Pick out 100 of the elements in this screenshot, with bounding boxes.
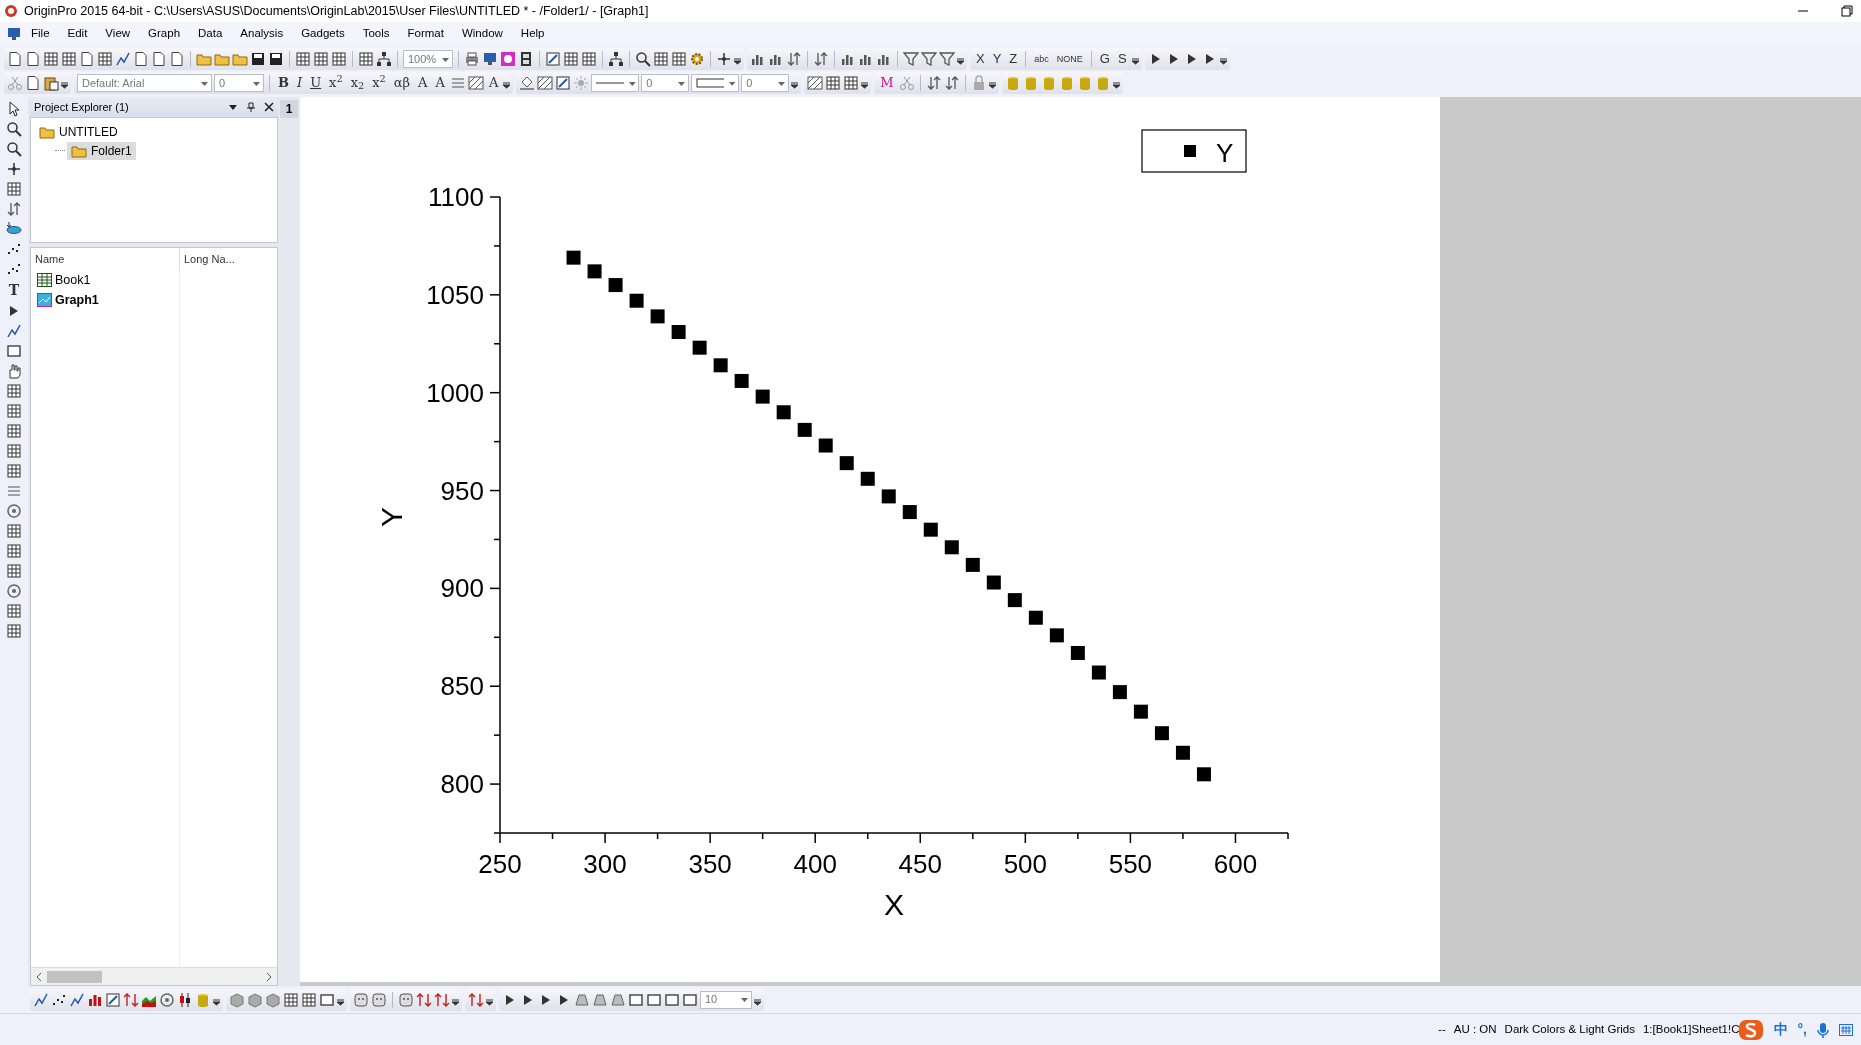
monitor-icon[interactable] <box>482 51 498 67</box>
target-icon[interactable] <box>500 51 516 67</box>
dropdown-arrow-icon[interactable] <box>740 995 749 1004</box>
document-icon[interactable] <box>25 75 41 91</box>
hatch-icon[interactable] <box>467 75 484 91</box>
menu-item[interactable]: File <box>22 23 59 44</box>
scroll-right-icon[interactable] <box>265 972 273 981</box>
table-icon[interactable] <box>331 51 347 67</box>
arrows-icon[interactable] <box>434 991 450 1008</box>
circle-icon[interactable] <box>6 503 22 519</box>
pencil-icon[interactable] <box>105 991 121 1008</box>
scatter-icon[interactable] <box>6 261 22 277</box>
table-icon[interactable] <box>825 75 842 91</box>
scatter-icon[interactable] <box>6 241 22 257</box>
table-icon[interactable] <box>43 51 59 67</box>
rectangle-icon[interactable] <box>646 991 662 1008</box>
menu-item[interactable]: Analysis <box>231 23 293 44</box>
rectangle-icon[interactable] <box>6 343 22 359</box>
tree-item[interactable]: UNTITLED <box>35 122 122 141</box>
layer-tab[interactable]: 1 <box>280 100 298 118</box>
table-icon[interactable] <box>6 423 22 439</box>
table-icon[interactable] <box>97 51 113 67</box>
text-tool[interactable]: T <box>8 281 20 299</box>
rectangle-icon[interactable] <box>628 991 644 1008</box>
close-icon[interactable] <box>264 102 274 112</box>
cube-icon[interactable] <box>265 991 281 1008</box>
circle-icon[interactable] <box>159 991 175 1008</box>
menu-item[interactable]: Gadgets <box>292 23 354 44</box>
pointer-icon[interactable] <box>6 101 22 117</box>
line-style-combo[interactable] <box>591 74 640 92</box>
magnifier-icon[interactable] <box>6 141 22 157</box>
scroll-left-icon[interactable] <box>35 972 43 981</box>
table-icon[interactable] <box>295 51 311 67</box>
table-icon[interactable] <box>843 75 860 91</box>
candlestick-icon[interactable] <box>177 991 193 1008</box>
menu-item[interactable]: Edit <box>58 23 97 44</box>
tree-item[interactable]: Folder1 <box>67 141 136 160</box>
hierarchy-icon[interactable] <box>608 51 624 67</box>
folder-icon[interactable] <box>214 51 230 67</box>
arrows-icon[interactable] <box>123 991 139 1008</box>
table-icon[interactable] <box>6 383 22 399</box>
toolbar-button[interactable]: x$^{2}$ <box>326 74 346 92</box>
cube-icon[interactable] <box>247 991 263 1008</box>
table-icon[interactable] <box>671 51 687 67</box>
film-icon[interactable] <box>518 51 534 67</box>
pin-icon[interactable] <box>246 102 256 112</box>
ime-button[interactable]: °, <box>1797 1019 1807 1040</box>
toolbar-button[interactable]: S <box>1114 50 1130 68</box>
mask-icon[interactable] <box>371 991 387 1008</box>
toolbar-button[interactable]: U <box>307 74 325 92</box>
zoom-combo[interactable]: 100% <box>403 50 453 68</box>
column-header[interactable]: Name <box>31 250 179 268</box>
table-icon[interactable] <box>6 443 22 459</box>
line-chart-icon[interactable] <box>6 323 22 339</box>
document-icon[interactable] <box>169 51 185 67</box>
document-icon[interactable] <box>133 51 149 67</box>
toolbar-button[interactable]: Y <box>989 50 1005 68</box>
toolbar-button[interactable]: A <box>485 74 502 92</box>
border-style-combo[interactable] <box>691 74 740 92</box>
menu-item[interactable]: Graph <box>139 23 190 44</box>
toolbar-button[interactable]: A <box>432 74 448 92</box>
funnel-icon[interactable] <box>939 51 955 67</box>
monitor-icon[interactable] <box>6 25 22 42</box>
value-combo[interactable]: 0 <box>741 74 790 92</box>
toolbar-button[interactable]: x$_{2}$ <box>347 74 368 92</box>
sort-icon[interactable] <box>6 201 22 217</box>
crosshair-icon[interactable] <box>716 51 732 67</box>
rectangle-icon[interactable] <box>682 991 698 1008</box>
menu-item[interactable]: Window <box>452 23 512 44</box>
cube-icon[interactable] <box>229 991 245 1008</box>
rectangle-icon[interactable] <box>664 991 680 1008</box>
scroll-thumb[interactable] <box>47 970 102 983</box>
table-icon[interactable] <box>563 51 579 67</box>
menu-item[interactable]: Tools <box>353 23 399 44</box>
pencil-icon[interactable] <box>545 51 561 67</box>
menu-item[interactable]: Help <box>511 23 554 44</box>
table-icon[interactable] <box>283 991 299 1008</box>
dropdown-arrow-icon[interactable] <box>228 102 238 112</box>
table-icon[interactable] <box>6 543 22 559</box>
line-chart-icon[interactable] <box>33 991 49 1008</box>
hand-icon[interactable] <box>6 363 22 379</box>
scrollbar[interactable] <box>31 967 277 985</box>
mask-icon[interactable] <box>353 991 369 1008</box>
rectangle-icon[interactable] <box>319 991 335 1008</box>
mask-icon[interactable] <box>398 991 414 1008</box>
sort-icon[interactable] <box>813 51 829 67</box>
paint-bucket-icon[interactable] <box>519 75 536 91</box>
trapezoid-icon[interactable] <box>610 991 626 1008</box>
menu-item[interactable]: Format <box>398 23 453 44</box>
toolbar-button[interactable]: I <box>294 74 306 92</box>
arrows-icon[interactable] <box>468 991 484 1008</box>
toolbar-button[interactable]: x$^{2}$ <box>369 74 389 92</box>
hatch-icon[interactable] <box>807 75 824 91</box>
arrows-icon[interactable] <box>416 991 432 1008</box>
font-size-combo[interactable]: 0 <box>214 74 264 92</box>
trapezoid-icon[interactable] <box>592 991 608 1008</box>
toolbar-button[interactable]: αβ <box>390 74 414 92</box>
table-icon[interactable] <box>301 991 317 1008</box>
hatch-icon[interactable] <box>537 75 554 91</box>
value-combo[interactable]: 10 <box>700 990 752 1009</box>
